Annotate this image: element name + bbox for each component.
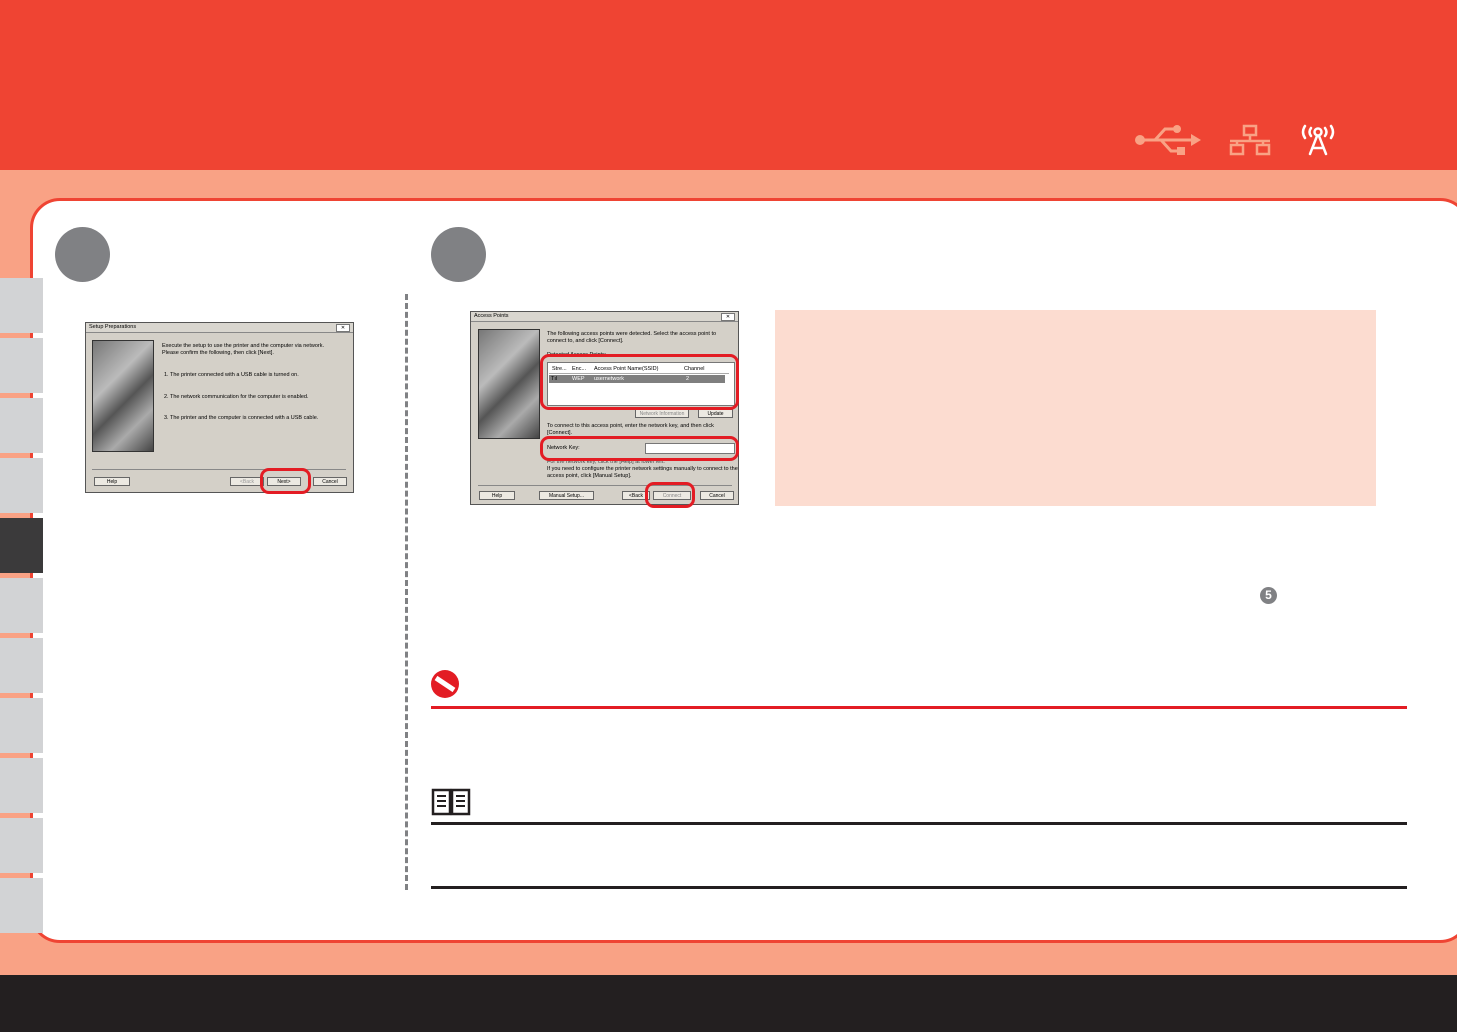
side-tab[interactable] bbox=[0, 698, 43, 753]
printer-image bbox=[92, 340, 154, 452]
manual-setup-line-1: If you need to configure the printer net… bbox=[547, 466, 738, 472]
manual-setup-button[interactable]: Manual Setup... bbox=[539, 491, 594, 500]
side-tab[interactable] bbox=[0, 578, 43, 633]
dialog-titlebar: Setup Preparations ✕ bbox=[86, 323, 353, 333]
wireless-icon bbox=[1301, 124, 1335, 156]
callout-box bbox=[775, 310, 1376, 506]
step-marker-b bbox=[431, 227, 486, 282]
printer-image bbox=[478, 329, 540, 439]
checklist-item-2: 2. The network communication for the com… bbox=[164, 394, 309, 400]
step-marker-a bbox=[55, 227, 110, 282]
checklist-item-3: 3. The printer and the computer is conne… bbox=[164, 415, 319, 421]
side-tab[interactable] bbox=[0, 398, 43, 453]
side-tab[interactable] bbox=[0, 878, 43, 933]
network-key-highlight bbox=[540, 436, 739, 461]
key-instruction-line-1: To connect to this access point, enter t… bbox=[547, 423, 714, 429]
usb-icon bbox=[1135, 125, 1201, 155]
note-rule-bottom bbox=[431, 886, 1407, 889]
close-icon[interactable]: ✕ bbox=[336, 324, 350, 332]
step-reference-badge: 5 bbox=[1260, 587, 1277, 604]
setup-preparations-dialog: Setup Preparations ✕ Execute the setup t… bbox=[85, 322, 354, 493]
back-button[interactable]: <Back bbox=[230, 477, 264, 486]
header-banner bbox=[0, 0, 1457, 170]
side-tab[interactable] bbox=[0, 818, 43, 873]
dialog-title: Access Points bbox=[474, 313, 509, 319]
side-tabs bbox=[0, 278, 43, 938]
access-point-list-highlight bbox=[540, 354, 739, 410]
intro-line-2: connect to, and click [Connect]. bbox=[547, 338, 624, 344]
close-icon[interactable]: ✕ bbox=[721, 313, 735, 321]
wired-lan-icon bbox=[1229, 124, 1271, 156]
side-tab[interactable] bbox=[0, 338, 43, 393]
note-book-icon bbox=[431, 788, 471, 816]
cancel-button[interactable]: Cancel bbox=[313, 477, 347, 486]
help-button[interactable]: Help bbox=[479, 491, 515, 500]
footer-bar bbox=[0, 975, 1457, 1032]
column-divider bbox=[405, 294, 408, 890]
next-button-highlight bbox=[260, 468, 311, 494]
connect-button-highlight bbox=[645, 482, 695, 508]
manual-setup-line-2: access point, click [Manual Setup]. bbox=[547, 473, 632, 479]
dialog-title: Setup Preparations bbox=[89, 324, 137, 330]
side-tab[interactable] bbox=[0, 458, 43, 513]
network-information-button[interactable]: Network Information bbox=[635, 409, 689, 418]
dialog-titlebar: Access Points ✕ bbox=[471, 312, 738, 322]
prohibited-icon bbox=[431, 670, 459, 698]
intro-line-2: Please confirm the following, then click… bbox=[162, 350, 274, 356]
cancel-button[interactable]: Cancel bbox=[700, 491, 734, 500]
help-button[interactable]: Help bbox=[94, 477, 130, 486]
checklist-item-1: 1. The printer connected with a USB cabl… bbox=[164, 372, 299, 378]
side-tab[interactable] bbox=[0, 638, 43, 693]
side-tab[interactable] bbox=[0, 278, 43, 333]
update-button[interactable]: Update bbox=[698, 409, 733, 418]
side-tab[interactable] bbox=[0, 758, 43, 813]
intro-line-1: The following access points were detecte… bbox=[547, 331, 717, 337]
side-tab-active[interactable] bbox=[0, 518, 43, 573]
caution-rule bbox=[431, 706, 1407, 709]
intro-line-1: Execute the setup to use the printer and… bbox=[162, 343, 325, 349]
note-rule-top bbox=[431, 822, 1407, 825]
